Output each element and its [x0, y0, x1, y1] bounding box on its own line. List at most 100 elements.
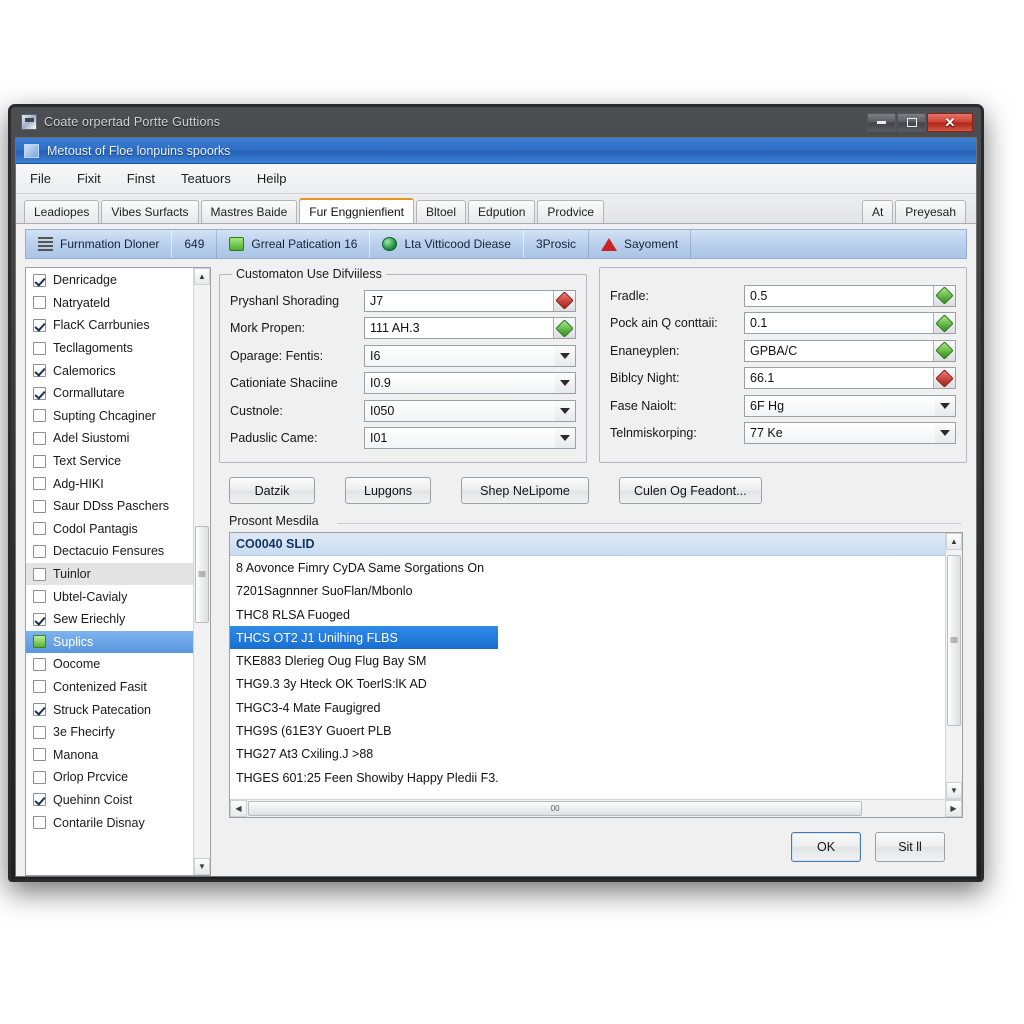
culen-og-feadont-button[interactable]: Culen Og Feadont... — [619, 477, 762, 504]
checkbox-icon[interactable] — [33, 635, 46, 649]
toolstrip-cell-vitticood-diease[interactable]: Lta Vitticood Diease — [370, 230, 524, 258]
checklist-row[interactable]: Manona — [26, 743, 193, 766]
checkbox-icon[interactable] — [33, 544, 46, 558]
checkbox-icon[interactable] — [33, 386, 46, 400]
green-gem-icon[interactable] — [933, 340, 955, 361]
field-spinner[interactable]: J7 — [364, 289, 576, 312]
checklist-row[interactable]: Quehinn Coist — [26, 789, 193, 812]
field-dropdown[interactable]: I0.9 — [364, 372, 576, 395]
checklist-row[interactable]: Orlop Prcvice — [26, 766, 193, 789]
tab-fur-enggnienfient[interactable]: Fur Enggnienfient — [299, 198, 414, 223]
checklist-row[interactable]: Ubtel-Cavialy — [26, 585, 193, 608]
checklist-row[interactable]: Cormallutare — [26, 382, 193, 405]
menu-item-finst[interactable]: Finst — [127, 168, 169, 189]
chevron-down-icon[interactable] — [935, 395, 955, 416]
field-value[interactable]: I01 — [365, 431, 555, 445]
checkbox-icon[interactable] — [33, 364, 46, 378]
checklist-row[interactable]: Struck Patecation — [26, 698, 193, 721]
listbox-row[interactable]: 8 Aovonce Fimry CyDA Same Sorgations On — [230, 556, 945, 579]
listbox-hscroll-track[interactable]: 00 — [247, 800, 945, 817]
menu-item-teatuors[interactable]: Teatuors — [181, 168, 245, 189]
green-gem-icon[interactable] — [553, 318, 575, 339]
checkbox-icon[interactable] — [33, 522, 46, 536]
listbox-scroll-down-button[interactable]: ▼ — [946, 782, 962, 799]
listbox-row[interactable]: THGC3-4 Mate Faugigred — [230, 696, 945, 719]
minimize-button[interactable] — [867, 112, 896, 132]
listbox-row[interactable]: THG9S (61E3Y Guoert PLB — [230, 719, 945, 742]
field-value[interactable]: I6 — [365, 349, 555, 363]
tab-prodvice[interactable]: Prodvice — [537, 200, 605, 223]
checklist-row[interactable]: Denricadge — [26, 269, 193, 292]
checkbox-icon[interactable] — [33, 703, 46, 717]
listbox-row[interactable]: TKE883 Dlerieg Oug Flug Bay SM — [230, 649, 945, 672]
green-gem-icon[interactable] — [933, 285, 955, 306]
checklist-row[interactable]: FlacK Carrbunies — [26, 314, 193, 337]
field-value[interactable]: 111 AH.3 — [365, 321, 553, 335]
checklist-row[interactable]: Suplics — [26, 630, 193, 654]
chevron-down-icon[interactable] — [555, 345, 575, 366]
checklist-row[interactable]: Supting Chcaginer — [26, 405, 193, 428]
listbox-horizontal-scrollbar[interactable]: ◀ 00 ▶ — [230, 799, 962, 817]
field-dropdown[interactable]: I01 — [364, 427, 576, 450]
checkbox-icon[interactable] — [33, 748, 46, 762]
field-dropdown[interactable]: I050 — [364, 399, 576, 422]
field-dropdown[interactable]: I6 — [364, 344, 576, 367]
close-button[interactable]: ✕ — [927, 112, 973, 132]
checkbox-icon[interactable] — [33, 612, 46, 626]
checklist-row[interactable]: Text Service — [26, 450, 193, 473]
listbox-scroll-thumb[interactable] — [947, 554, 961, 727]
field-value[interactable]: 77 Ke — [745, 426, 935, 440]
toolstrip-cell-prosic[interactable]: 3Prosic — [524, 230, 589, 258]
checkbox-icon[interactable] — [33, 273, 46, 287]
checklist-row[interactable]: Tecllagoments — [26, 337, 193, 360]
red-gem-icon[interactable] — [553, 290, 575, 311]
field-spinner[interactable]: 111 AH.3 — [364, 317, 576, 340]
tab-preyesah[interactable]: Preyesah — [895, 200, 966, 223]
listbox-hscroll-thumb[interactable]: 00 — [248, 801, 863, 816]
maximize-button[interactable] — [897, 112, 926, 132]
feature-checklist[interactable]: Denricadge Natryateld FlacK Carrbunies Tecl… — [25, 267, 211, 876]
checklist-row[interactable]: Tuinlor — [26, 562, 193, 586]
chevron-down-icon[interactable] — [555, 428, 575, 449]
field-spinner[interactable]: 66.1 — [744, 367, 956, 390]
checkbox-icon[interactable] — [33, 477, 46, 491]
listbox-row[interactable]: THGES 601:25 Feen Showiby Happy Pledii F… — [230, 766, 945, 789]
toolstrip-cell-sayoment[interactable]: Sayoment — [589, 230, 692, 258]
checkbox-icon[interactable] — [33, 409, 46, 423]
checklist-row[interactable]: Natryateld — [26, 292, 193, 315]
scroll-track[interactable] — [194, 285, 210, 858]
red-gem-icon[interactable] — [933, 368, 955, 389]
listbox-scroll-right-button[interactable]: ▶ — [945, 800, 962, 817]
toolstrip-cell-grreal-patication[interactable]: Grreal Patication 16 — [217, 230, 371, 258]
checklist-row[interactable]: Adg-HIKI — [26, 472, 193, 495]
checkbox-icon[interactable] — [33, 725, 46, 739]
green-gem-icon[interactable] — [933, 313, 955, 334]
listbox-row[interactable]: THG27 At3 Cxiling.J >88 — [230, 743, 945, 766]
scroll-up-button[interactable]: ▲ — [194, 268, 210, 285]
checklist-row[interactable]: Adel Siustomi — [26, 427, 193, 450]
field-value[interactable]: I050 — [365, 404, 555, 418]
field-spinner[interactable]: 0.1 — [744, 312, 956, 335]
checklist-row[interactable]: Codol Pantagis — [26, 518, 193, 541]
chevron-down-icon[interactable] — [935, 423, 955, 444]
checkbox-icon[interactable] — [33, 816, 46, 830]
listbox-vertical-scrollbar[interactable]: ▲ ▼ — [945, 533, 962, 799]
checkbox-icon[interactable] — [33, 296, 46, 310]
tab-bltoel[interactable]: Bltoel — [415, 200, 467, 223]
menu-item-fixit[interactable]: Fixit — [77, 168, 115, 189]
checklist-row[interactable]: Contenized Fasit — [26, 676, 193, 699]
lupgons-button[interactable]: Lupgons — [345, 477, 431, 504]
ok-button[interactable]: OK — [791, 832, 861, 862]
checklist-row[interactable]: Sew Eriechly — [26, 608, 193, 631]
field-value[interactable]: 0.5 — [745, 289, 933, 303]
tab-at[interactable]: At — [861, 200, 894, 223]
listbox-row[interactable]: 7201Sagnnner SuoFlan/Mbonlo — [230, 580, 945, 603]
checkbox-icon[interactable] — [33, 567, 46, 581]
scroll-down-button[interactable]: ▼ — [194, 858, 210, 875]
toolstrip-cell-furnmation-dloner[interactable]: Furnmation Dloner — [26, 230, 173, 258]
listbox-scroll-track[interactable] — [946, 550, 962, 782]
checkbox-icon[interactable] — [33, 657, 46, 671]
toolstrip-cell-count[interactable]: 649 — [172, 230, 218, 258]
checkbox-icon[interactable] — [33, 499, 46, 513]
field-value[interactable]: 0.1 — [745, 316, 933, 330]
